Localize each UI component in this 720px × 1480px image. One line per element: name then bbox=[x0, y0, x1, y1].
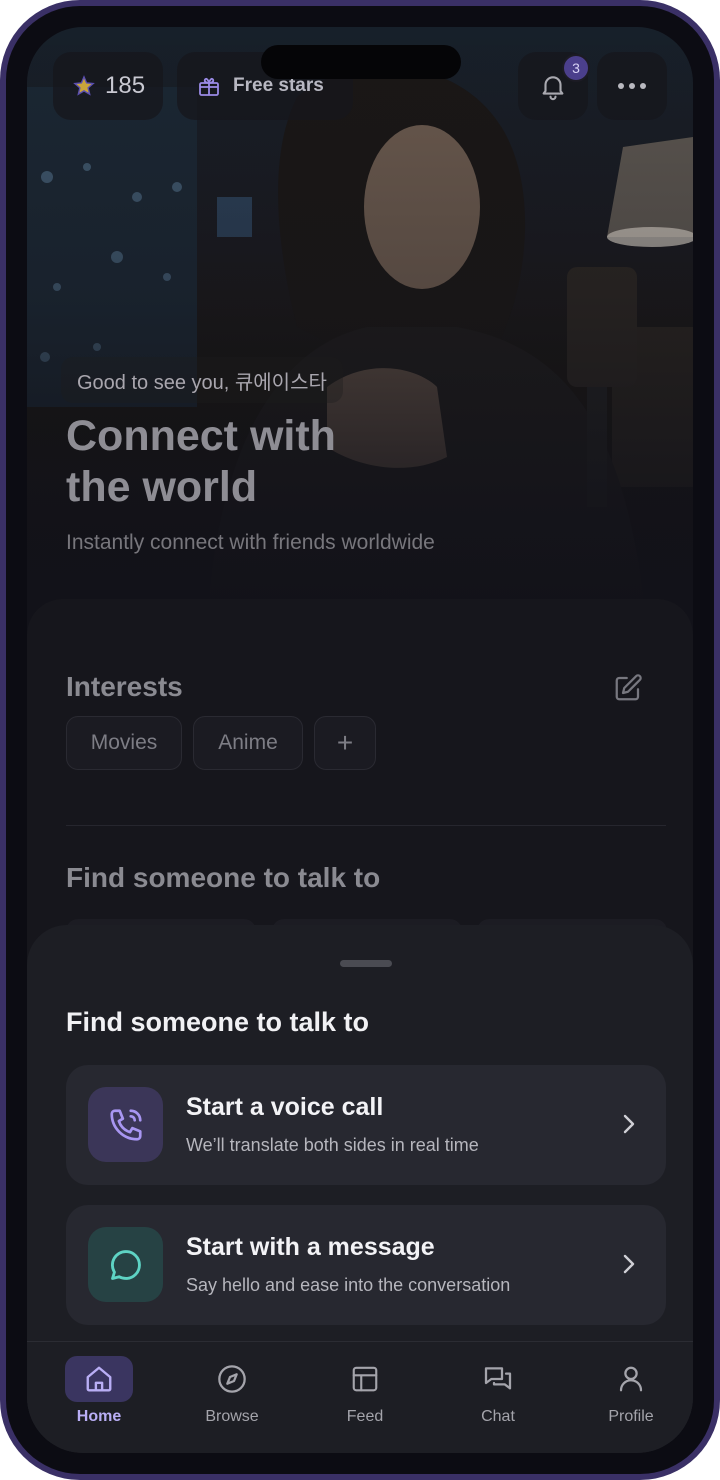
phone-bezel: Good to see you, 큐에이스타 Connect with the … bbox=[6, 6, 714, 1474]
notification-badge: 3 bbox=[562, 54, 590, 82]
add-interest-button[interactable]: + bbox=[314, 716, 376, 770]
phone-call-icon bbox=[109, 1108, 142, 1141]
chevron-right-icon bbox=[623, 1114, 635, 1134]
tab-chat[interactable]: Chat bbox=[438, 1356, 558, 1440]
voice-call-subtitle: We’ll translate both sides in real time bbox=[186, 1135, 479, 1155]
more-horizontal-icon bbox=[618, 83, 646, 89]
tab-label: Profile bbox=[608, 1408, 654, 1425]
tab-label: Chat bbox=[481, 1408, 515, 1425]
tab-label: Browse bbox=[205, 1408, 259, 1425]
tab-label: Home bbox=[76, 1408, 122, 1425]
user-icon-container bbox=[597, 1356, 665, 1402]
edit-interests-button[interactable] bbox=[613, 673, 643, 703]
tab-label: Feed bbox=[346, 1408, 384, 1425]
tab-browse[interactable]: Browse bbox=[172, 1356, 292, 1440]
stars-balance-button[interactable]: 185 bbox=[53, 52, 163, 120]
home-icon bbox=[86, 1366, 112, 1392]
interests-title: Interests bbox=[66, 671, 183, 702]
phone-frame: Good to see you, 큐에이스타 Connect with the … bbox=[0, 0, 720, 1480]
stars-count: 185 bbox=[105, 72, 146, 99]
chat-bubble-icon bbox=[110, 1249, 141, 1280]
start-voice-call-option[interactable]: Start a voice call We’ll translate both … bbox=[66, 1065, 666, 1185]
sheet-title: Find someone to talk to bbox=[66, 1007, 370, 1037]
chat-icon-container bbox=[464, 1356, 532, 1402]
compass-icon-container bbox=[198, 1356, 266, 1402]
hero-title: Connect with the world bbox=[66, 411, 486, 513]
interest-chip-movies[interactable]: Movies bbox=[66, 716, 182, 770]
sheet-drag-handle[interactable] bbox=[340, 960, 392, 967]
message-subtitle: Say hello and ease into the conversation bbox=[186, 1275, 511, 1295]
layout-icon-container bbox=[331, 1356, 399, 1402]
tab-profile[interactable]: Profile bbox=[571, 1356, 691, 1440]
voice-call-title: Start a voice call bbox=[186, 1093, 384, 1121]
find-someone-title: Find someone to talk to bbox=[66, 862, 381, 893]
layout-icon bbox=[352, 1366, 378, 1392]
tab-home[interactable]: Home bbox=[39, 1356, 159, 1440]
hero-subtitle: Instantly connect with friends worldwide bbox=[66, 531, 435, 554]
star-icon bbox=[73, 75, 95, 96]
more-options-button[interactable] bbox=[597, 52, 667, 120]
compass-icon bbox=[218, 1365, 246, 1393]
hero-title-line2: the world bbox=[66, 463, 258, 511]
section-divider bbox=[66, 825, 666, 826]
gift-icon bbox=[199, 77, 219, 96]
chevron-right-icon bbox=[623, 1254, 635, 1274]
edit-icon bbox=[615, 674, 642, 701]
camera-notch bbox=[261, 45, 461, 79]
home-icon-container bbox=[65, 1356, 133, 1402]
hero-title-line1: Connect with bbox=[66, 412, 336, 460]
greeting-text: Good to see you, 큐에이스타 bbox=[61, 357, 343, 403]
app-screen: Good to see you, 큐에이스타 Connect with the … bbox=[27, 27, 693, 1453]
bottom-tab-bar: Home Browse Feed Chat Profile bbox=[27, 1341, 693, 1453]
chat-icon bbox=[484, 1367, 512, 1390]
user-icon bbox=[619, 1366, 643, 1392]
start-message-option[interactable]: Start with a message Say hello and ease … bbox=[66, 1205, 666, 1325]
message-icon-tile bbox=[88, 1227, 163, 1302]
tab-feed[interactable]: Feed bbox=[305, 1356, 425, 1440]
message-title: Start with a message bbox=[186, 1233, 435, 1261]
voice-call-icon-tile bbox=[88, 1087, 163, 1162]
interest-chip-anime[interactable]: Anime bbox=[193, 716, 303, 770]
